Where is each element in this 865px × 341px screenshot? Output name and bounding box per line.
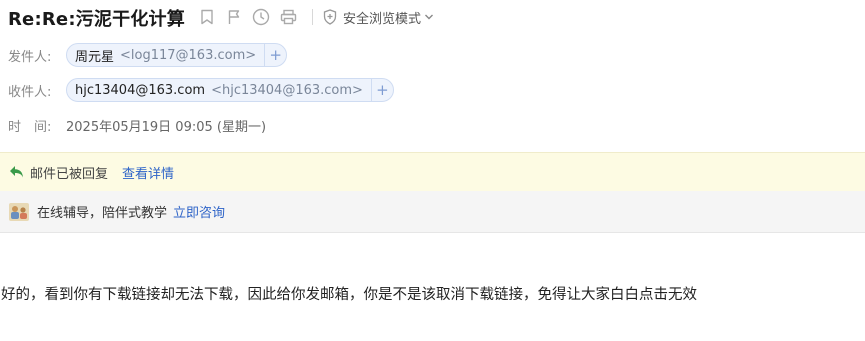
sender-row: 发件人: 周元星 <log117@163.com> +: [8, 43, 288, 67]
time-label: 时 间:: [8, 119, 52, 135]
sender-chip[interactable]: 周元星 <log117@163.com> +: [66, 43, 288, 67]
safe-mode-dropdown[interactable]: 安全浏览模式: [323, 8, 440, 27]
reply-notice-text: 邮件已被回复: [30, 166, 109, 182]
sender-name: 周元星: [75, 49, 115, 65]
promo-bar: 在线辅导，陪伴式教学 立即咨询: [0, 191, 865, 233]
view-details-link[interactable]: 查看详情: [122, 163, 174, 182]
chevron-down-icon: [425, 14, 434, 20]
recipient-label: 收件人:: [8, 84, 52, 100]
recipient-row: 收件人: hjc13404@163.com <hjc13404@163.com>…: [8, 78, 394, 102]
mail-body-text: 好的，看到你有下载链接却无法下载，因此给你发邮箱，你是不是该取消下载链接，免得让…: [1, 287, 697, 303]
recipient-address: <hjc13404@163.com>: [211, 82, 363, 98]
mail-subject: Re:Re:污泥干化计算: [8, 9, 185, 30]
reply-arrow-icon: [10, 166, 23, 178]
time-value: 2025年05月19日 09:05 (星期一): [66, 119, 267, 135]
flag-icon[interactable]: [225, 7, 243, 27]
tutor-image: [9, 202, 29, 221]
sender-address: <log117@163.com>: [120, 47, 257, 63]
printer-icon[interactable]: [279, 7, 297, 27]
shield-icon: [323, 9, 337, 25]
mail-toolbar: 安全浏览模式: [198, 7, 440, 27]
mail-header: Re:Re:污泥干化计算 安全浏览模式: [0, 0, 865, 36]
recipient-name: hjc13404@163.com: [75, 82, 206, 98]
add-recipient-contact-button[interactable]: +: [370, 79, 393, 101]
toolbar-divider: [312, 9, 313, 25]
bookmark-icon[interactable]: [198, 7, 216, 27]
recipient-chip[interactable]: hjc13404@163.com <hjc13404@163.com> +: [66, 78, 394, 102]
safe-mode-label: 安全浏览模式: [343, 11, 422, 27]
clock-icon[interactable]: [252, 7, 270, 27]
sender-label: 发件人:: [8, 49, 52, 65]
promo-text: 在线辅导，陪伴式教学: [37, 206, 168, 221]
consult-now-link[interactable]: 立即咨询: [173, 202, 225, 221]
add-sender-contact-button[interactable]: +: [264, 44, 286, 66]
reply-notice-bar: 邮件已被回复 查看详情: [0, 152, 865, 191]
time-row: 时 间: 2025年05月19日 09:05 (星期一): [8, 113, 266, 137]
